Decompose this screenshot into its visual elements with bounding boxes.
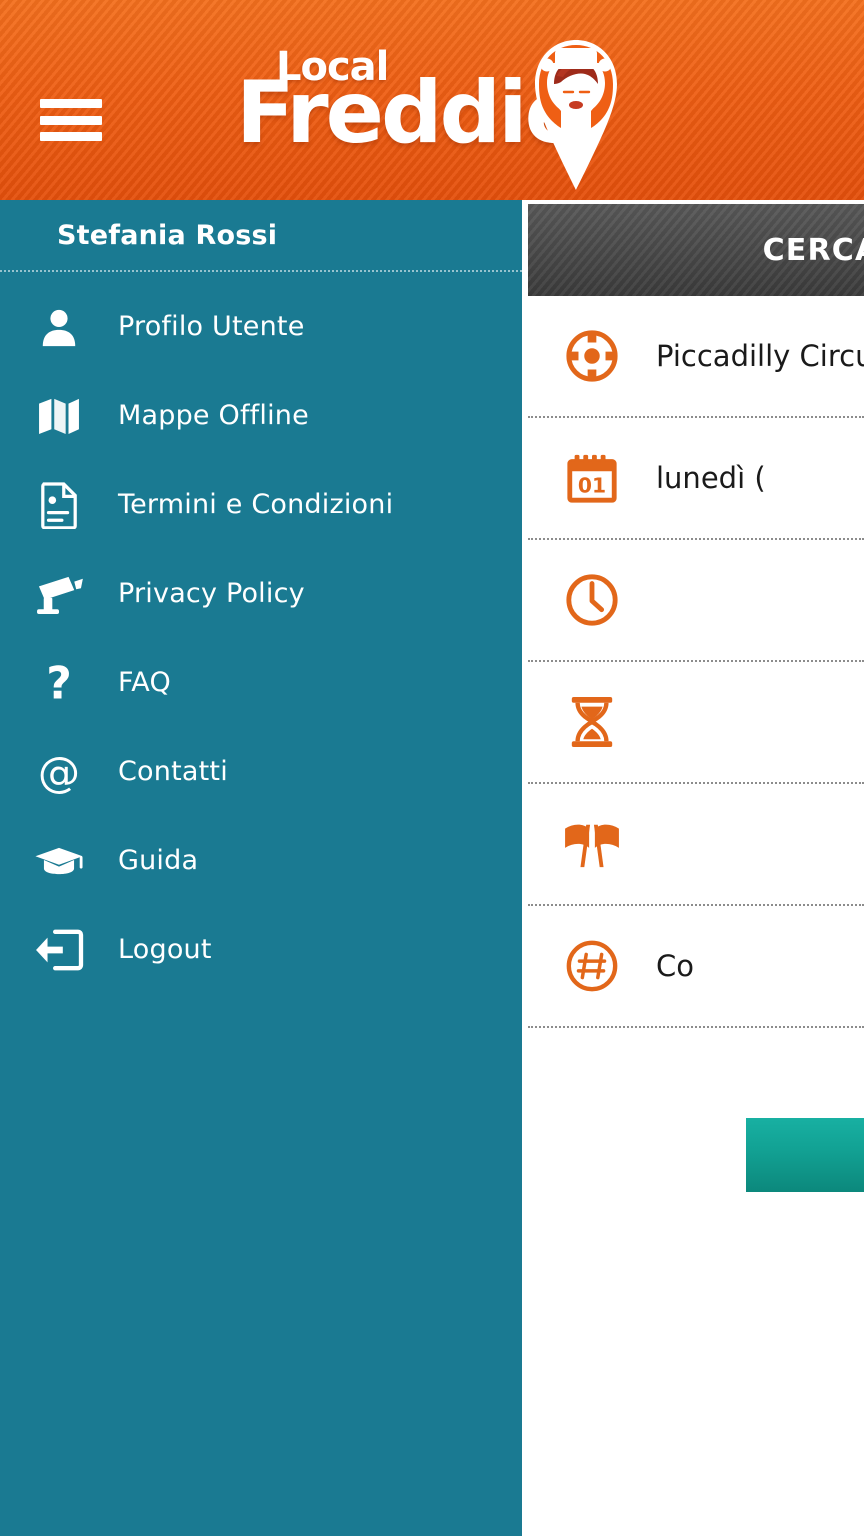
sidebar-user-header[interactable]: Stefania Rossi (0, 200, 522, 270)
sidebar-item-label: Profilo Utente (118, 311, 305, 342)
list-item-code[interactable]: Co (528, 906, 864, 1028)
sidebar-item-label: Privacy Policy (118, 578, 305, 609)
sidebar-item-profilo-utente[interactable]: Profilo Utente (0, 282, 522, 371)
map-icon (0, 397, 118, 435)
sidebar-item-label: Contatti (118, 756, 228, 787)
sidebar-item-logout[interactable]: Logout (0, 905, 522, 994)
search-field-list: Piccadilly Circu 01 lunedì (Co (528, 296, 864, 1028)
hashtag-icon (528, 938, 656, 994)
sidebar-item-contatti[interactable]: @ Contatti (0, 727, 522, 816)
target-icon (528, 328, 656, 384)
search-submit-button[interactable] (746, 1118, 864, 1192)
app-header: Local Freddie (0, 0, 864, 200)
sidebar-item-label: FAQ (118, 667, 171, 698)
calendar-icon: 01 (528, 450, 656, 506)
sidebar-item-label: Logout (118, 934, 212, 965)
user-icon (0, 306, 118, 348)
sidebar-divider (0, 270, 522, 272)
sidebar-item-privacy-policy[interactable]: Privacy Policy (0, 549, 522, 638)
sidebar-item-guida[interactable]: Guida (0, 816, 522, 905)
hamburger-bar-3 (40, 132, 102, 141)
sidebar-item-faq[interactable]: ? FAQ (0, 638, 522, 727)
hamburger-bar-1 (40, 99, 102, 108)
sidebar-item-mappe-offline[interactable]: Mappe Offline (0, 371, 522, 460)
app-logo[interactable]: Local Freddie (236, 44, 583, 176)
question-icon: ? (0, 660, 118, 706)
hamburger-bar-2 (40, 115, 102, 125)
list-item-location[interactable]: Piccadilly Circu (528, 296, 864, 418)
list-item-duration[interactable] (528, 662, 864, 784)
sidebar-menu: Profilo Utente Mappe Offline Termini e C… (0, 282, 522, 994)
sidebar-drawer: Stefania Rossi Profilo Utente Mappe Offl… (0, 200, 522, 1536)
app-root: Local Freddie Stefania Rossi Profilo Ute… (0, 0, 864, 1536)
list-item-label: lunedì ( (656, 461, 766, 495)
logout-icon (0, 928, 118, 972)
list-item-label: Co (656, 949, 694, 983)
search-panel-header: CERCA (528, 204, 864, 296)
sidebar-user-name: Stefania Rossi (57, 219, 278, 251)
sidebar-item-label: Guida (118, 845, 199, 876)
document-icon (0, 481, 118, 529)
svg-text:?: ? (46, 660, 72, 706)
sidebar-item-label: Termini e Condizioni (118, 489, 394, 520)
cctv-icon (0, 573, 118, 615)
sidebar-item-termini-e-condizioni[interactable]: Termini e Condizioni (0, 460, 522, 549)
map-pin-mascot-icon (523, 32, 629, 190)
flags-icon (528, 819, 656, 869)
hourglass-icon (528, 694, 656, 750)
at-icon: @ (0, 749, 118, 795)
svg-text:@: @ (38, 749, 80, 795)
page-title: CERCA (762, 232, 864, 268)
search-panel: CERCA Piccadilly Circu (528, 204, 864, 1536)
list-item-language[interactable] (528, 784, 864, 906)
sidebar-item-label: Mappe Offline (118, 400, 309, 431)
list-item-label: Piccadilly Circu (656, 339, 864, 373)
list-item-date[interactable]: 01 lunedì ( (528, 418, 864, 540)
graduation-icon (0, 845, 118, 877)
clock-icon (528, 572, 656, 628)
hamburger-menu-icon[interactable] (40, 99, 102, 141)
calendar-day-text: 01 (578, 473, 606, 497)
list-item-time[interactable] (528, 540, 864, 662)
